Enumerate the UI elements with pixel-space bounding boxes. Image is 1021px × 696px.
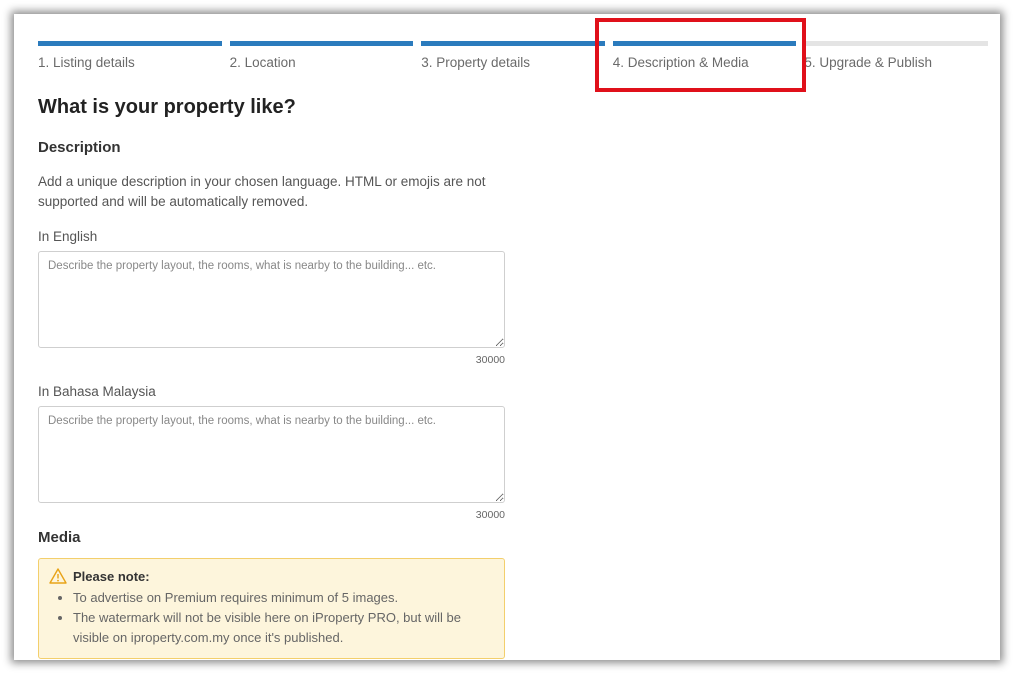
step-upgrade-publish[interactable]: 5. Upgrade & Publish [804,41,988,70]
step-progress-bar [804,41,988,46]
step-location[interactable]: 2. Location [229,41,414,70]
english-description-label: In English [38,229,98,244]
step-label: 1. Listing details [38,55,135,70]
step-progress-bar [38,41,222,46]
step-label: 5. Upgrade & Publish [804,55,932,70]
note-list: To advertise on Premium requires minimum… [49,588,494,648]
malay-description-label: In Bahasa Malaysia [38,384,156,399]
malay-description-field [38,406,505,503]
warning-icon [49,568,67,584]
description-help-text: Add a unique description in your chosen … [38,174,486,209]
note-title-row: Please note: [49,568,494,584]
step-listing-details[interactable]: 1. Listing details [38,41,222,70]
step-property-details[interactable]: 3. Property details [421,41,605,70]
malay-description-input[interactable] [38,406,505,503]
list-item: The watermark will not be visible here o… [73,608,494,648]
listing-form: 1. Listing details 2. Location 3. Proper… [38,41,988,659]
step-progress-bar [229,41,414,46]
list-item: To advertise on Premium requires minimum… [73,588,494,608]
media-note-box: Please note: To advertise on Premium req… [38,558,505,659]
progress-stepper: 1. Listing details 2. Location 3. Proper… [38,41,988,70]
english-description-input[interactable] [38,251,505,348]
step-description-media[interactable]: 4. Description & Media [612,41,797,70]
step-progress-bar [612,41,797,46]
english-char-counter: 30000 [475,354,505,366]
step-progress-bar [421,41,605,46]
english-description-field [38,251,505,348]
description-heading: Description [38,139,121,156]
step-label: 3. Property details [421,55,530,70]
step-label: 2. Location [229,55,296,70]
page-title: What is your property like? [38,96,296,118]
app-window: 1. Listing details 2. Location 3. Proper… [14,14,1000,660]
media-heading: Media [38,529,81,546]
malay-char-counter: 30000 [475,509,505,521]
note-title: Please note: [73,568,150,584]
step-label: 4. Description & Media [612,55,749,70]
